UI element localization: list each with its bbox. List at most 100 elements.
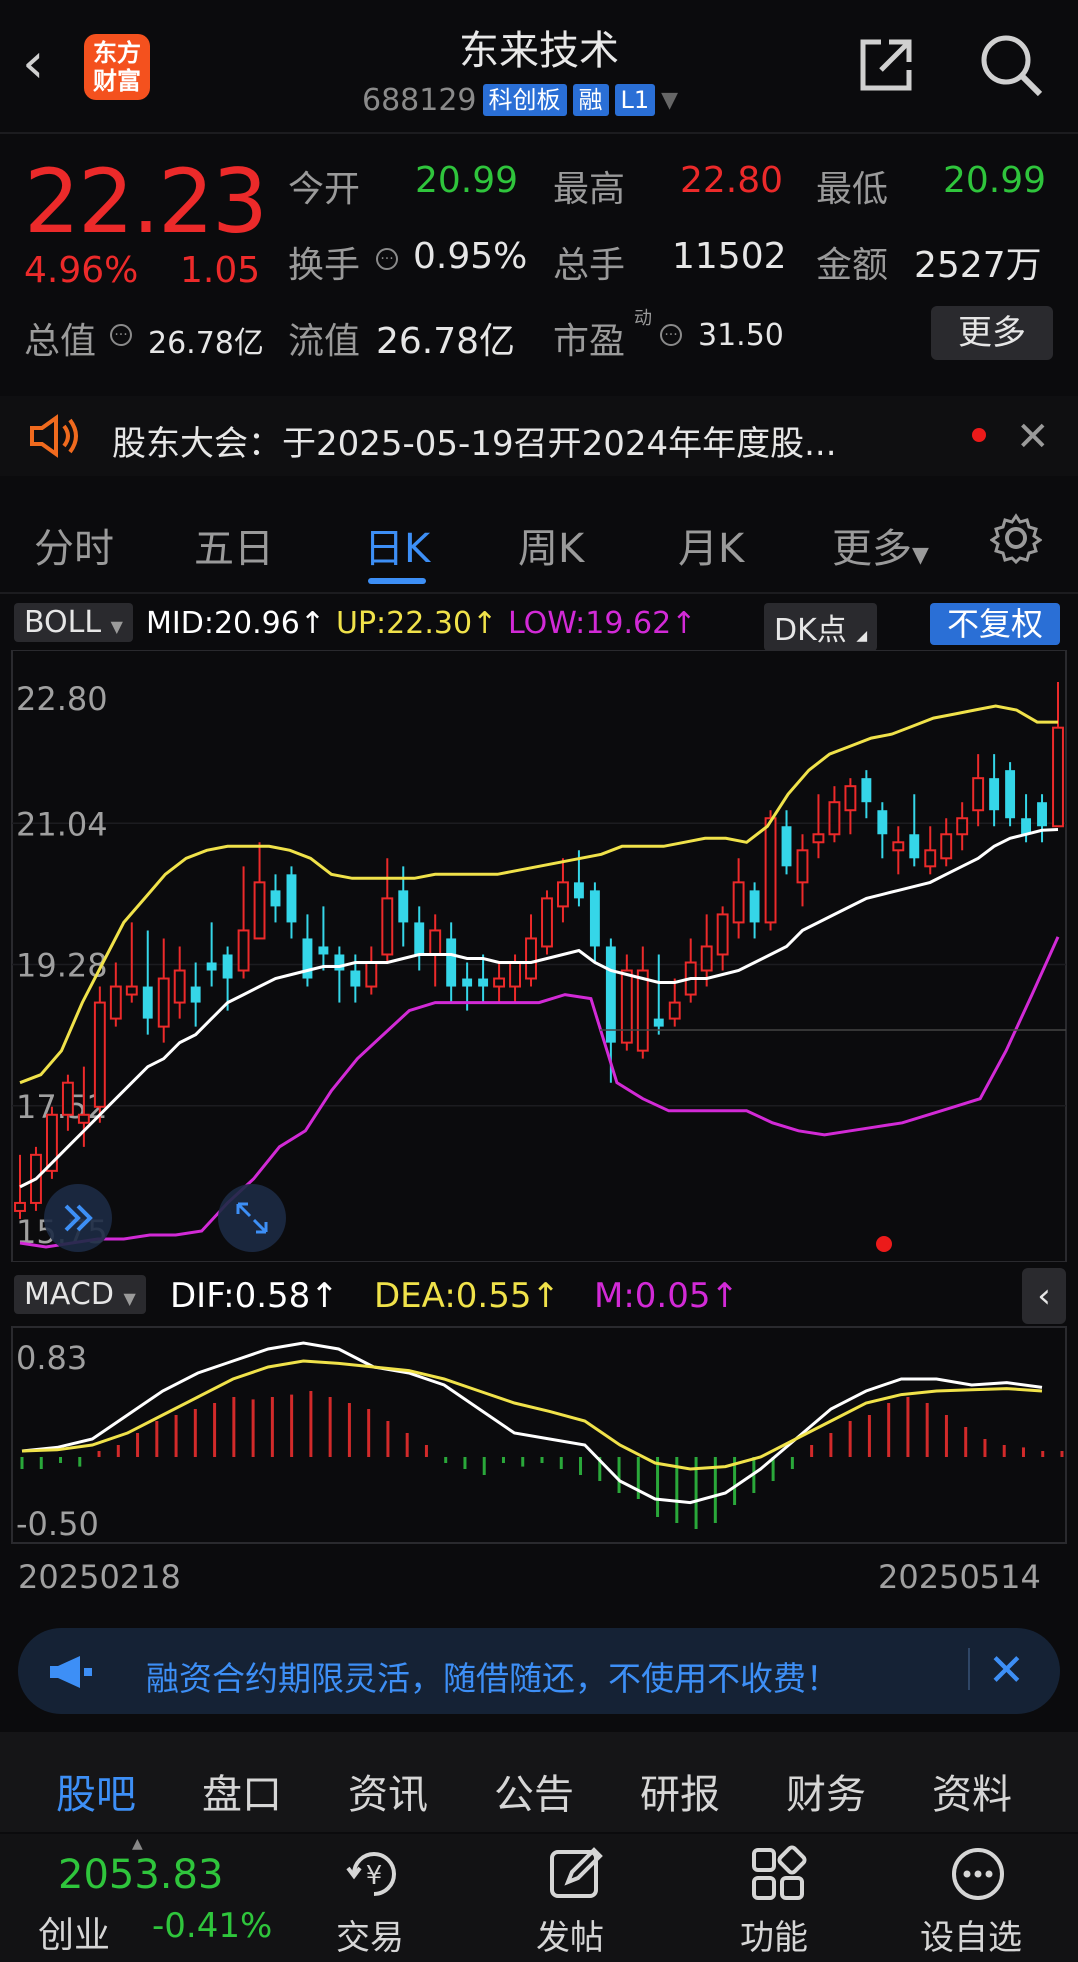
boll-mid-line	[19, 828, 1059, 1189]
candle-body	[253, 881, 266, 940]
tab-monthly-k[interactable]: 月K	[678, 516, 744, 574]
candle-body	[749, 890, 760, 923]
tab-financials[interactable]: 财务	[786, 1762, 866, 1820]
candle-body	[190, 986, 201, 1003]
candle-body	[414, 922, 425, 955]
tab-orderbook[interactable]: 盘口	[202, 1762, 282, 1820]
dropdown-caret-icon[interactable]: ▼	[661, 88, 678, 113]
boll-low: LOW:19.62↑	[508, 606, 697, 641]
k-line-chart[interactable]: 22.8021.0419.2817.5215.75	[0, 650, 1078, 1262]
close-icon[interactable]: ✕	[1016, 414, 1050, 460]
candles	[14, 682, 1064, 1219]
candle-body	[828, 801, 841, 836]
tab-more[interactable]: 更多▼	[832, 516, 929, 574]
candle-body	[142, 986, 153, 1019]
volume-value: 11502	[672, 236, 787, 277]
functions-label[interactable]: 功能	[740, 1910, 808, 1959]
index-change[interactable]: -0.41%	[152, 1906, 272, 1946]
candle-body	[286, 874, 297, 923]
candle-body	[61, 1081, 74, 1116]
tab-weekly-k[interactable]: 周K	[518, 516, 584, 574]
candle-body	[109, 985, 122, 1020]
chart-frame	[11, 650, 1067, 1262]
high-value: 22.80	[680, 160, 784, 201]
add-watchlist-label[interactable]: 设自选	[920, 1910, 1022, 1959]
tab-daily-k[interactable]: 日K	[364, 516, 430, 574]
more-dots-icon[interactable]: ···	[376, 248, 398, 270]
candle-body	[909, 834, 920, 859]
macd-histogram	[20, 1391, 1064, 1529]
candle-body	[1037, 802, 1047, 827]
open-label: 今开	[288, 169, 361, 210]
expand-left-icon[interactable]	[44, 1184, 112, 1252]
high-label: 最高	[553, 169, 626, 210]
search-icon[interactable]	[978, 32, 1044, 98]
price-axis-label: 21.04	[16, 805, 108, 843]
candle-body	[589, 890, 600, 947]
stock-code: 688129	[362, 82, 477, 118]
float-cap-value: 26.78亿	[376, 321, 516, 362]
candle-body	[446, 938, 457, 987]
indicator-name: BOLL	[24, 605, 102, 640]
settings-gear-icon[interactable]	[990, 512, 1042, 564]
candle-body	[381, 897, 394, 956]
tab-five-day[interactable]: 五日	[194, 516, 274, 574]
collapse-panel-icon[interactable]: ‹	[1022, 1268, 1066, 1324]
candle-body	[732, 881, 745, 924]
candle-body	[636, 969, 649, 1052]
candle-body	[318, 946, 329, 955]
candle-body	[429, 929, 442, 956]
functions-grid-icon[interactable]	[748, 1844, 808, 1904]
index-value[interactable]: 2053.83	[58, 1852, 223, 1898]
unread-dot	[972, 428, 986, 442]
turnover-label: 换手	[288, 245, 361, 286]
macd-chart[interactable]: 0.83 -0.50	[0, 1325, 1078, 1545]
change-amount: 1.05	[180, 250, 261, 291]
index-name[interactable]: 创业	[38, 1906, 110, 1958]
dk-point-toggle[interactable]: DK点 ◢	[764, 603, 878, 651]
candle-body	[861, 778, 872, 803]
notice-text[interactable]: 股东大会：于2025-05-19召开2024年年度股...	[112, 416, 837, 465]
candle-body	[764, 817, 777, 924]
tab-profile[interactable]: 资料	[932, 1762, 1012, 1820]
candle-body	[844, 785, 857, 812]
candle-body	[173, 969, 186, 1004]
candle-body	[334, 954, 345, 971]
candle-body	[620, 969, 633, 1044]
post-edit-icon[interactable]	[546, 1844, 606, 1904]
candle-body	[493, 977, 506, 988]
tab-intraday[interactable]: 分时	[34, 516, 114, 574]
tab-announcements[interactable]: 公告	[494, 1762, 574, 1820]
candle-body	[892, 841, 905, 852]
adjust-mode-button[interactable]: 不复权	[930, 603, 1060, 645]
close-icon[interactable]: ✕	[988, 1645, 1025, 1696]
divider	[968, 1648, 970, 1690]
promo-text[interactable]: 融资合约期限灵活，随借随还，不使用不收费！	[146, 1652, 839, 1700]
pe-value: 31.50	[698, 318, 784, 353]
candle-body	[525, 937, 537, 980]
tab-forum[interactable]: 股吧	[56, 1762, 136, 1820]
indicator-selector[interactable]: BOLL ▼	[14, 603, 133, 642]
active-tab-indicator	[368, 578, 426, 584]
boll-upper-line	[19, 704, 1058, 1085]
more-dots-icon[interactable]: ···	[660, 324, 682, 346]
candle-body	[1005, 770, 1016, 819]
post-label[interactable]: 发帖	[536, 1910, 604, 1959]
volume-label: 总手	[553, 245, 626, 286]
more-button[interactable]: 更多	[931, 306, 1053, 360]
tab-news[interactable]: 资讯	[348, 1762, 428, 1820]
trade-label[interactable]: 交易	[336, 1910, 404, 1959]
trade-yen-icon[interactable]: ¥	[344, 1844, 404, 1904]
dropdown-caret-icon: ▼	[912, 543, 929, 568]
more-dots-icon[interactable]: ···	[110, 324, 132, 346]
candle-body	[796, 849, 809, 884]
candle-body	[462, 978, 473, 987]
macd-selector[interactable]: MACD ▼	[14, 1275, 146, 1314]
amount-label: 金额	[816, 245, 889, 286]
watchlist-more-icon[interactable]	[948, 1844, 1008, 1904]
tab-research[interactable]: 研报	[640, 1762, 720, 1820]
share-icon[interactable]	[855, 34, 917, 96]
candle-body	[989, 778, 1000, 811]
fullscreen-icon[interactable]	[218, 1184, 286, 1252]
candle-body	[557, 881, 569, 908]
